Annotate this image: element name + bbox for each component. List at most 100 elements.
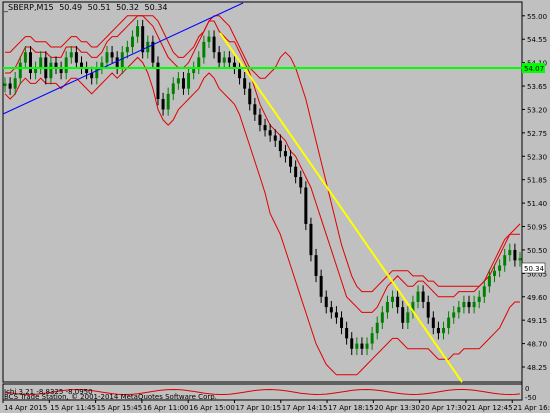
candle [406,306,410,330]
outer-envelope [5,15,521,293]
y-tick-label: 49.15 [527,317,547,325]
candle [212,30,216,59]
time-scale: 14 Apr 2015 15 Apr 11:45 15 Apr 15:45 16 Ap… [2,400,550,412]
candle-body [141,26,145,53]
candle-body [467,301,471,308]
candle [90,66,94,85]
candle [34,61,38,80]
candle-body [493,270,497,276]
hline-badge-text: 54.07 [524,65,544,73]
x-tick-label: 21 Apr 12:45 [467,404,513,412]
candle [3,77,7,93]
y-tick-label: 52.30 [527,153,547,161]
candle-body [396,296,400,308]
current-price-badge: 50.34 [521,262,546,274]
candle [340,311,344,335]
candle-body [115,57,119,68]
candle [69,45,73,64]
candle [513,243,517,267]
candle [136,19,140,43]
candle-body [253,104,257,115]
candle-body [334,312,338,318]
candle [447,311,451,335]
candle [503,248,507,272]
candle-body [217,52,221,63]
candle-body [345,327,349,339]
bollinger-band-layer [4,15,520,376]
candle [289,150,293,173]
candle [309,217,313,262]
candle [176,71,180,90]
high-value: 50.51 [87,3,111,12]
candle [258,108,262,132]
candle [166,87,170,116]
candle-body [278,140,282,152]
candle [49,56,53,85]
chart-window[interactable]: 55.0054.5554.1053.6553.2052.7552.3051.85… [0,0,550,413]
candle-body [294,166,298,178]
candle [8,77,12,95]
close-value: 50.34 [144,3,168,12]
candle [299,170,303,194]
candle [518,252,522,267]
candle [130,30,134,54]
candle-body [309,223,313,256]
candle [85,61,89,80]
candle [380,306,384,330]
candle [452,306,456,324]
y-tick-label: 50.95 [527,224,547,232]
candle-body [482,286,486,297]
candle [391,290,395,309]
y-tick-label: 53.20 [527,106,547,114]
x-tick-label: 20 Apr 17:30 [421,404,467,412]
price-chart[interactable]: 55.0054.5554.1053.6553.2052.7552.3051.85… [0,0,550,413]
candle-body [518,258,522,261]
candle [283,144,287,163]
candle-body [370,333,374,344]
hline-price-badge: 54.07 [522,63,545,73]
candle-body [181,78,185,89]
candle [100,56,104,75]
candle [462,295,466,314]
candle-body [222,57,226,63]
y-tick-label: 52.75 [527,130,547,138]
candle-body [136,26,140,37]
candle [442,321,446,340]
candle-body [477,296,481,302]
candle [232,56,236,75]
candle-body [299,177,303,188]
candle [141,19,145,59]
candle [156,56,160,106]
candle [217,45,221,69]
candle [222,51,226,69]
candle [498,259,502,277]
y-tick-label: 49.60 [527,294,547,302]
candle-body [350,338,354,349]
current-price-text: 50.34 [524,265,545,273]
candle-body [23,52,27,63]
candle [248,82,252,111]
indicator-tick-0: 0 [525,385,529,393]
open-value: 50.49 [59,3,83,12]
candle-body [431,317,435,328]
candle [171,77,175,101]
candle-body [171,83,175,94]
y-tick-label: 51.40 [527,200,547,208]
candle-body [202,41,206,58]
x-tick-label: 16 Apr 15:00 [189,404,235,412]
candle-body [18,62,22,79]
candle-body [421,291,425,302]
candle [334,306,338,324]
candle [345,321,349,345]
candle-body [472,301,476,308]
candle-body [355,343,359,349]
lower-band [4,56,520,376]
indicator-tick-1: -50 [525,394,536,402]
chart-title: _SBERP,M15 50.49 50.51 50.32 50.34 [4,3,170,12]
candle [197,51,201,75]
candle-body [49,62,53,79]
candle-body [13,78,17,89]
candle [477,290,481,309]
yellow-trendline[interactable] [219,32,463,383]
candle-body [212,36,216,53]
